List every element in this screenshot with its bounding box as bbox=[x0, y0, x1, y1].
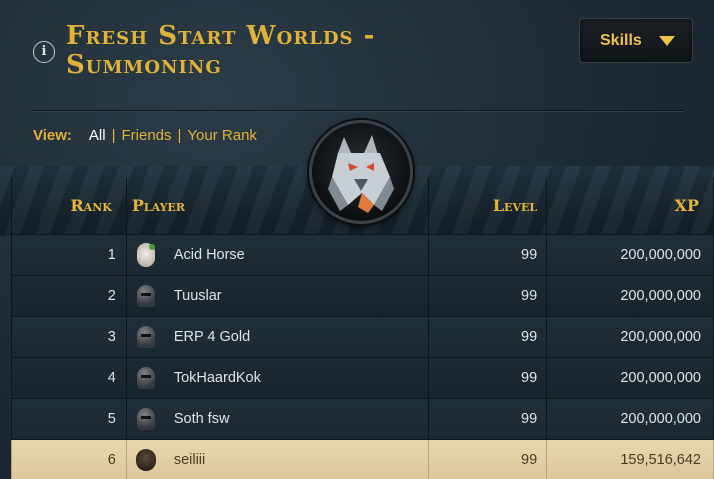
rank-cell: 1 bbox=[11, 233, 127, 276]
rank-cell: 4 bbox=[11, 356, 127, 399]
level-cell: 99 bbox=[428, 233, 548, 276]
xp-cell: 200,000,000 bbox=[546, 397, 714, 440]
level-cell: 99 bbox=[428, 315, 548, 358]
table-row[interactable]: 5 Soth fsw 99 200,000,000 bbox=[11, 397, 714, 440]
summoning-skill-emblem bbox=[309, 120, 413, 224]
level-cell: 99 bbox=[428, 356, 548, 399]
player-avatar bbox=[134, 241, 158, 269]
level-cell: 99 bbox=[428, 438, 548, 479]
player-cell[interactable]: Tuuslar bbox=[125, 274, 430, 317]
rank-cell: 5 bbox=[11, 397, 127, 440]
xp-cell: 200,000,000 bbox=[546, 315, 714, 358]
player-cell[interactable]: ERP 4 Gold bbox=[125, 315, 430, 358]
player-name[interactable]: Tuuslar bbox=[174, 288, 222, 304]
skills-button-label: Skills bbox=[600, 31, 642, 49]
view-separator: | bbox=[177, 127, 182, 144]
level-cell: 99 bbox=[428, 274, 548, 317]
rank-cell: 2 bbox=[11, 274, 127, 317]
wolf-icon bbox=[328, 135, 394, 213]
player-name[interactable]: Acid Horse bbox=[174, 247, 245, 263]
player-name[interactable]: TokHaardKok bbox=[174, 370, 261, 386]
player-cell[interactable]: seiliii bbox=[125, 438, 430, 479]
player-avatar bbox=[134, 364, 158, 392]
column-header-level: Level bbox=[428, 178, 548, 234]
xp-cell: 200,000,000 bbox=[546, 356, 714, 399]
column-header-xp: XP bbox=[546, 178, 714, 234]
player-name[interactable]: ERP 4 Gold bbox=[174, 329, 250, 345]
page-background: i Fresh Start Worlds - Summoning Skills … bbox=[0, 0, 714, 479]
table-row[interactable]: 1 Acid Horse 99 200,000,000 bbox=[11, 233, 714, 276]
rank-cell: 6 bbox=[11, 438, 127, 479]
player-avatar bbox=[134, 446, 158, 474]
xp-cell: 159,516,642 bbox=[546, 438, 714, 479]
view-option-friends[interactable]: Friends bbox=[121, 127, 171, 144]
table-row[interactable]: 3 ERP 4 Gold 99 200,000,000 bbox=[11, 315, 714, 358]
player-cell[interactable]: Soth fsw bbox=[125, 397, 430, 440]
table-row[interactable]: 6 seiliii 99 159,516,642 bbox=[11, 438, 714, 479]
player-cell[interactable]: Acid Horse bbox=[125, 233, 430, 276]
player-name[interactable]: seiliii bbox=[174, 452, 205, 468]
table-row[interactable]: 2 Tuuslar 99 200,000,000 bbox=[11, 274, 714, 317]
player-avatar bbox=[134, 282, 158, 310]
info-icon[interactable]: i bbox=[33, 41, 55, 63]
view-label: View: bbox=[33, 127, 72, 144]
view-option-all[interactable]: All bbox=[89, 127, 106, 144]
column-header-rank: Rank bbox=[11, 178, 127, 234]
caret-down-icon bbox=[658, 35, 675, 46]
rank-cell: 3 bbox=[11, 315, 127, 358]
table-row[interactable]: 4 TokHaardKok 99 200,000,000 bbox=[11, 356, 714, 399]
page-title: Fresh Start Worlds - Summoning bbox=[66, 21, 376, 80]
player-cell[interactable]: TokHaardKok bbox=[125, 356, 430, 399]
view-option-your-rank[interactable]: Your Rank bbox=[187, 127, 257, 144]
header-divider bbox=[33, 110, 683, 111]
xp-cell: 200,000,000 bbox=[546, 233, 714, 276]
player-avatar bbox=[134, 323, 158, 351]
player-avatar bbox=[134, 405, 158, 433]
level-cell: 99 bbox=[428, 397, 548, 440]
xp-cell: 200,000,000 bbox=[546, 274, 714, 317]
view-separator: | bbox=[111, 127, 116, 144]
skills-dropdown-button[interactable]: Skills bbox=[579, 18, 693, 63]
view-filter-bar: View: All | Friends | Your Rank bbox=[33, 127, 257, 144]
player-name[interactable]: Soth fsw bbox=[174, 411, 230, 427]
